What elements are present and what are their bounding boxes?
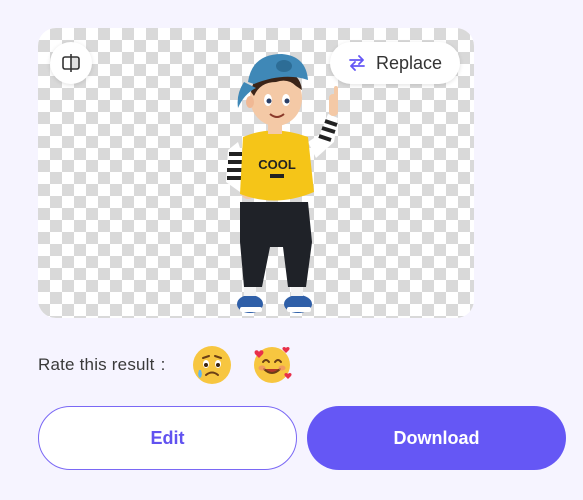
result-panel: COOL Replace Rate this result: Edit Dow…: [0, 0, 583, 500]
compare-toggle-button[interactable]: [50, 42, 92, 84]
rating-label: Rate this result:: [38, 355, 166, 374]
compare-icon: [62, 54, 80, 72]
replace-label: Replace: [375, 52, 443, 73]
edit-button-label: Edit: [150, 427, 185, 448]
replace-image-button[interactable]: Replace: [330, 42, 460, 84]
edit-button[interactable]: Edit: [38, 406, 297, 470]
download-button-label: Download: [393, 427, 480, 448]
cutout-subject-image: COOL: [226, 54, 338, 313]
rating-row: Rate this result:: [38, 340, 294, 390]
svg-text:COOL: COOL: [258, 157, 296, 172]
rate-good-button[interactable]: [250, 343, 294, 387]
rate-bad-button[interactable]: [190, 343, 234, 387]
smiling-face-with-hearts-emoji-icon: [253, 346, 292, 383]
download-button[interactable]: Download: [307, 406, 566, 470]
swap-arrows-icon: [349, 55, 365, 71]
image-preview: COOL Replace: [38, 28, 474, 318]
sad-face-emoji-icon: [192, 346, 231, 384]
